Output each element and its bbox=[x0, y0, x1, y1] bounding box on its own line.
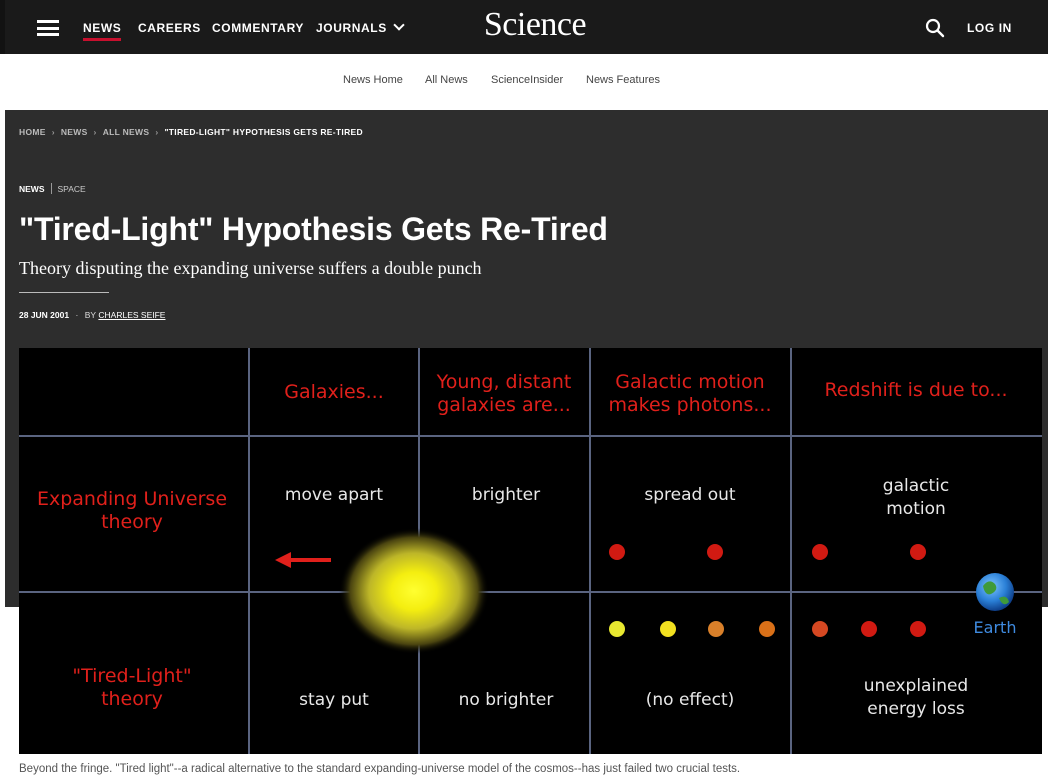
cell-galactic: galactic bbox=[883, 476, 949, 496]
row-label-expanding: Expanding Universe bbox=[37, 488, 227, 510]
category-divider bbox=[50, 183, 52, 194]
subnav-scienceinsider[interactable]: ScienceInsider bbox=[491, 74, 563, 86]
header-makes-photons: makes photons... bbox=[609, 394, 772, 416]
header-galaxies-are: galaxies are... bbox=[437, 394, 571, 416]
login-button[interactable]: LOG IN bbox=[967, 21, 1012, 35]
article-figure: Galaxies... Young, distant galaxies are.… bbox=[19, 348, 1042, 754]
cell-move-apart: move apart bbox=[285, 485, 383, 505]
nav-journals[interactable]: JOURNALS bbox=[316, 19, 405, 35]
header-young-distant: Young, distant bbox=[436, 371, 572, 393]
breadcrumb-home[interactable]: HOME bbox=[19, 127, 46, 137]
figure-caption: Beyond the fringe. "Tired light"--a radi… bbox=[19, 763, 741, 775]
subnav-news-home[interactable]: News Home bbox=[343, 74, 403, 86]
header-galactic-motion: Galactic motion bbox=[615, 371, 764, 393]
breadcrumb-all-news[interactable]: ALL NEWS bbox=[103, 127, 150, 137]
article-dek: Theory disputing the expanding universe … bbox=[19, 258, 482, 278]
cell-motion: motion bbox=[886, 499, 946, 519]
top-navigation-bar: NEWS CAREERS COMMENTARY JOURNALS Science… bbox=[0, 0, 1048, 54]
header-redshift: Redshift is due to... bbox=[824, 379, 1007, 401]
row-label-tired-light: "Tired-Light" bbox=[72, 665, 191, 687]
chevron-right-icon: › bbox=[51, 127, 55, 137]
byline-by: BY bbox=[84, 310, 97, 320]
nav-journals-label: JOURNALS bbox=[316, 21, 387, 35]
article-date: 28 JUN 2001 bbox=[19, 310, 70, 320]
search-icon[interactable] bbox=[925, 18, 945, 38]
article-title: "Tired-Light" Hypothesis Gets Re-Tired bbox=[19, 211, 608, 247]
menu-icon[interactable] bbox=[37, 20, 59, 36]
chevron-right-icon: › bbox=[93, 127, 97, 137]
breadcrumb-news[interactable]: NEWS bbox=[61, 127, 88, 137]
breadcrumb-current: "TIRED-LIGHT" HYPOTHESIS GETS RE-TIRED bbox=[164, 127, 363, 137]
byline: 28 JUN 2001 · BY CHARLES SEIFE bbox=[19, 310, 165, 320]
subnav-all-news[interactable]: All News bbox=[425, 74, 468, 86]
photon-dots-top bbox=[609, 544, 926, 560]
chevron-down-icon bbox=[393, 19, 405, 31]
divider bbox=[19, 292, 109, 293]
row-label-expanding-theory: theory bbox=[101, 511, 163, 533]
cell-unexplained: unexplained bbox=[864, 676, 968, 696]
galaxy-glow bbox=[339, 528, 489, 654]
cell-stay-put: stay put bbox=[299, 690, 369, 710]
cell-energy-loss: energy loss bbox=[867, 699, 965, 719]
earth-icon bbox=[976, 573, 1014, 611]
nav-careers[interactable]: CAREERS bbox=[138, 21, 201, 35]
breadcrumb: HOME › NEWS › ALL NEWS › "TIRED-LIGHT" HYPOTHE… bbox=[19, 127, 363, 137]
category-news[interactable]: NEWS bbox=[19, 184, 45, 194]
earth-label: Earth bbox=[974, 618, 1017, 637]
news-subnav: News Home All News ScienceInsider News F… bbox=[5, 54, 1048, 111]
cell-no-brighter: no brighter bbox=[459, 690, 554, 710]
byline-dot: · bbox=[75, 310, 79, 320]
row-label-tired-light-theory: theory bbox=[101, 688, 163, 710]
science-logo[interactable]: Science bbox=[475, 6, 595, 44]
category-space[interactable]: SPACE bbox=[58, 184, 86, 194]
subnav-news-features[interactable]: News Features bbox=[586, 74, 660, 86]
nav-news[interactable]: NEWS bbox=[83, 21, 122, 41]
cell-no-effect: (no effect) bbox=[646, 690, 735, 710]
chevron-right-icon: › bbox=[155, 127, 159, 137]
header-galaxies: Galaxies... bbox=[284, 381, 384, 403]
arrow-left-icon bbox=[275, 552, 331, 568]
author-link[interactable]: CHARLES SEIFE bbox=[98, 310, 165, 320]
cell-spread-out: spread out bbox=[644, 485, 736, 505]
window-edge bbox=[0, 0, 5, 54]
tired-light-diagram: Galaxies... Young, distant galaxies are.… bbox=[19, 348, 1042, 754]
nav-commentary[interactable]: COMMENTARY bbox=[212, 21, 304, 35]
photon-dots-bottom bbox=[609, 621, 926, 637]
article-category: NEWS SPACE bbox=[19, 183, 86, 194]
cell-brighter: brighter bbox=[472, 485, 540, 505]
